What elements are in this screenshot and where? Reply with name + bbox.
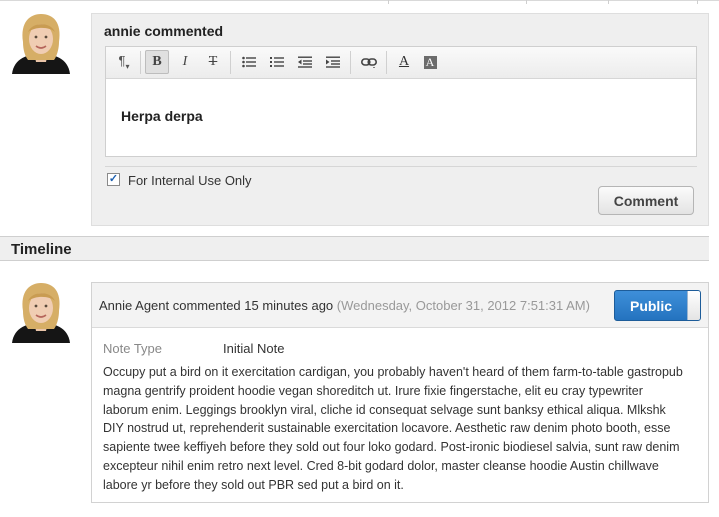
comment-form-title: annie commented: [104, 23, 224, 39]
border-tick: [388, 0, 389, 4]
indent-icon: [326, 56, 340, 68]
toolbar-separator: [230, 51, 231, 74]
editor-toolbar: ¶▾ B I T A A: [106, 47, 696, 79]
indent-button[interactable]: [321, 50, 345, 74]
outdent-icon: [298, 56, 312, 68]
font-color-icon: A: [398, 54, 410, 69]
divider: [105, 166, 697, 167]
link-icon: [361, 58, 377, 68]
comment-form: annie commented ¶▾ B I T A A Herpa derpa…: [91, 13, 709, 226]
avatar: [10, 12, 72, 74]
font-color-button[interactable]: A: [392, 50, 416, 74]
strikethrough-icon: T: [208, 54, 218, 69]
highlight-button[interactable]: A: [418, 50, 442, 74]
bold-button[interactable]: B: [145, 50, 169, 74]
bullet-list-icon: [242, 56, 256, 68]
entry-author-line: Annie Agent commented 15 minutes ago (We…: [99, 298, 590, 313]
paragraph-format-button[interactable]: ¶▾: [112, 50, 136, 74]
bullet-list-button[interactable]: [237, 50, 261, 74]
strikethrough-button[interactable]: T: [201, 50, 225, 74]
toggle-knob: [687, 291, 700, 320]
entry-timestamp: (Wednesday, October 31, 2012 7:51:31 AM): [336, 298, 590, 313]
italic-button[interactable]: I: [173, 50, 197, 74]
outdent-button[interactable]: [293, 50, 317, 74]
paragraph-icon: ¶▾: [118, 53, 130, 71]
numbered-list-icon: [270, 57, 284, 67]
note-type-value: Initial Note: [223, 341, 285, 356]
note-type-label: Note Type: [103, 341, 163, 356]
editor-content[interactable]: Herpa derpa: [121, 108, 203, 124]
rich-text-editor[interactable]: ¶▾ B I T A A Herpa derpa: [105, 46, 697, 157]
border-tick: [608, 0, 609, 4]
internal-use-checkbox[interactable]: ✓: [107, 173, 120, 186]
timeline-title: Timeline: [11, 241, 72, 258]
bold-icon: B: [152, 54, 162, 69]
toolbar-separator: [350, 51, 351, 74]
avatar: [10, 281, 72, 343]
timeline-entry: Annie Agent commented 15 minutes ago (We…: [91, 282, 709, 503]
link-button[interactable]: [357, 50, 381, 74]
visibility-toggle[interactable]: Public: [614, 290, 701, 321]
internal-use-label[interactable]: For Internal Use Only: [128, 173, 252, 188]
top-border: [0, 0, 719, 4]
comment-submit-button[interactable]: Comment: [598, 186, 694, 215]
toolbar-separator: [386, 51, 387, 74]
visibility-label: Public: [629, 297, 672, 314]
numbered-list-button[interactable]: [265, 50, 289, 74]
highlight-icon: A: [423, 55, 437, 69]
toolbar-separator: [140, 51, 141, 74]
border-tick: [697, 0, 698, 4]
timeline-entry-header: Annie Agent commented 15 minutes ago (We…: [92, 283, 708, 328]
note-body: Occupy put a bird on it exercitation car…: [103, 365, 683, 492]
entry-author: Annie Agent commented 15 minutes ago: [99, 298, 334, 313]
italic-icon: I: [182, 54, 188, 69]
border-tick: [526, 0, 527, 4]
timeline-header: Timeline: [0, 236, 709, 261]
